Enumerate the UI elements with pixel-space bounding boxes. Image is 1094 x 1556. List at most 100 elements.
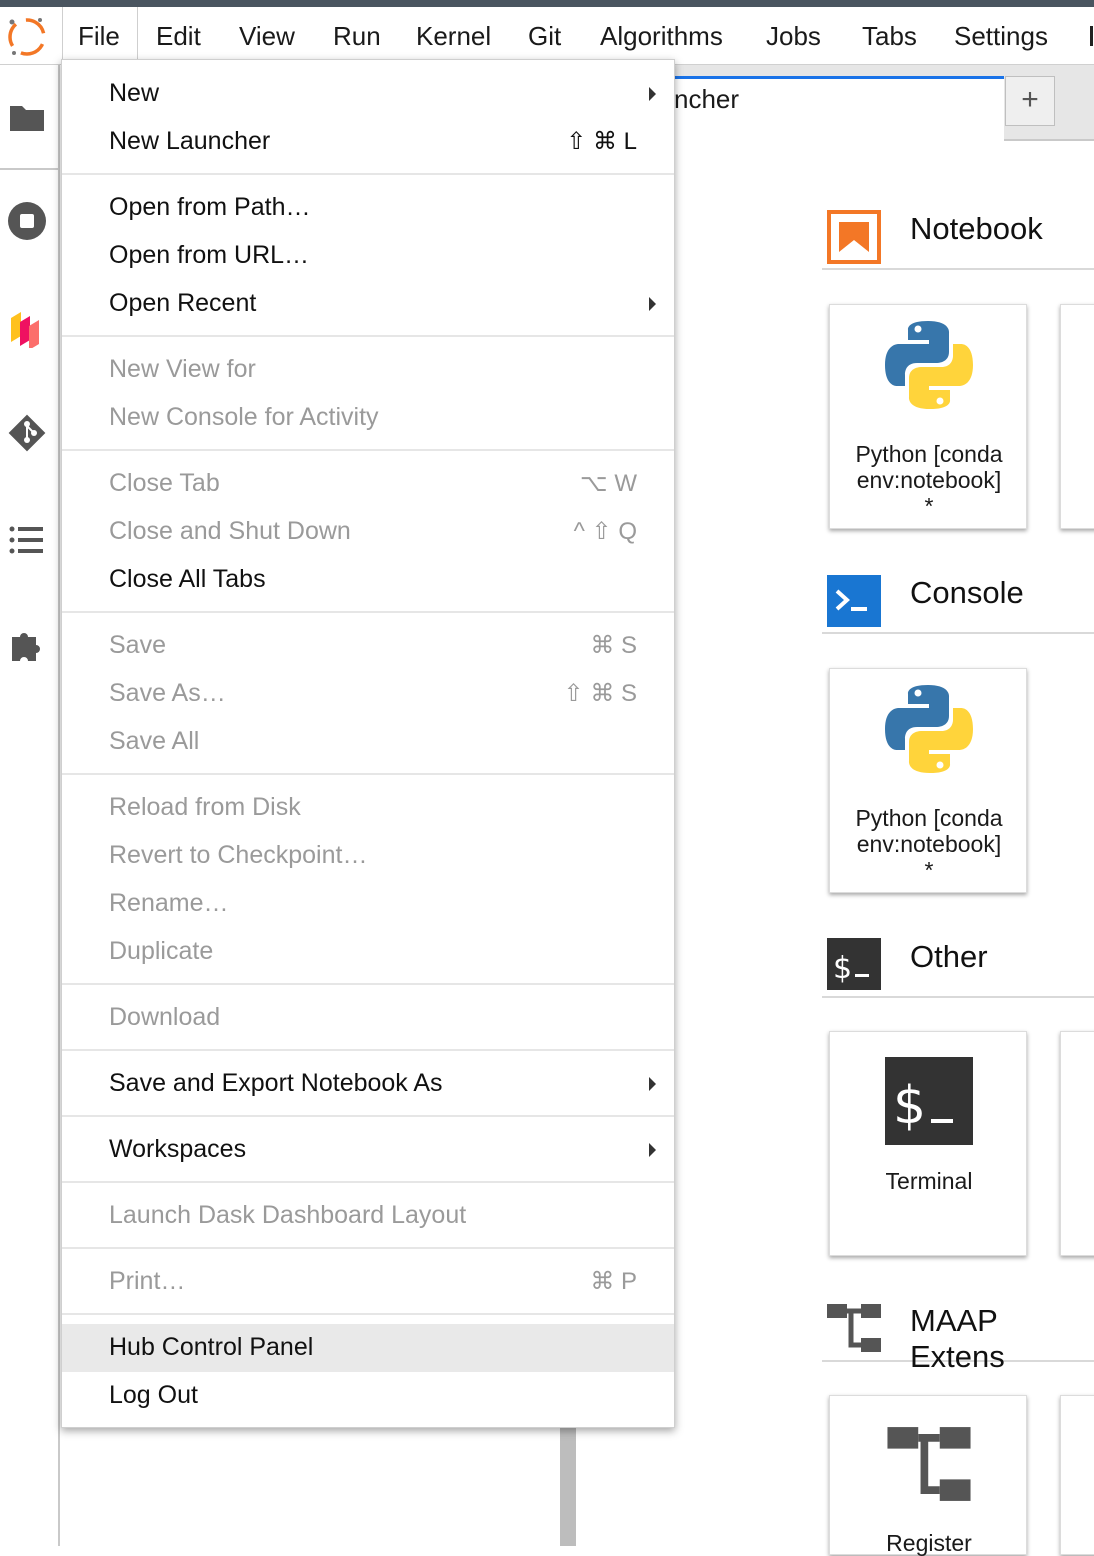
menu-item-duplicate[interactable]: Duplicate [62, 928, 674, 976]
submenu-arrow-icon [649, 1077, 656, 1091]
menu-item-label: Revert to Checkpoint… [109, 841, 368, 869]
menu-item-new-view-for[interactable]: New View for [62, 346, 674, 394]
menu-separator [62, 1115, 674, 1117]
section-title-console: Console [910, 575, 1024, 610]
card-label-line1: Terminal [885, 1168, 973, 1194]
launcher-card-terminal[interactable]: $ Terminal [829, 1031, 1027, 1256]
menu-kernel[interactable]: Kernel [416, 7, 491, 65]
running-sessions-icon[interactable] [4, 198, 50, 244]
menu-separator [62, 1181, 674, 1183]
card-label-line1: Python [conda [855, 441, 1003, 467]
menu-item-label: Download [109, 1003, 221, 1031]
extension-puzzle-icon[interactable] [4, 623, 50, 669]
menu-item-label: New Console for Activity [109, 403, 379, 431]
menu-separator [62, 1247, 674, 1249]
menu-item-label: Save and Export Notebook As [109, 1069, 443, 1097]
menu-item-label: New [109, 79, 160, 107]
menu-item-save-all[interactable]: Save All [62, 718, 674, 766]
menu-item-shortcut: ⇧ ⌘ L [566, 128, 637, 155]
menu-separator [62, 611, 674, 613]
card-label-line3: * [924, 857, 934, 883]
dask-icon[interactable] [4, 305, 50, 351]
menu-algorithms[interactable]: Algorithms [600, 7, 723, 65]
menu-item-shortcut: ⌥ W [580, 470, 637, 497]
menu-separator [62, 449, 674, 451]
add-tab-button[interactable]: + [1005, 76, 1055, 126]
menu-item-label: Save [109, 631, 166, 659]
git-icon[interactable] [4, 410, 50, 456]
terminal-icon: $ [885, 1057, 973, 1150]
menu-separator [62, 335, 674, 337]
folder-icon[interactable] [4, 94, 50, 140]
menu-item-save-as[interactable]: Save As… ⇧ ⌘ S [62, 670, 674, 718]
menu-item-launch-dask-dashboard-layout[interactable]: Launch Dask Dashboard Layout [62, 1192, 674, 1240]
console-icon [827, 575, 881, 632]
table-of-contents-icon[interactable] [4, 517, 50, 563]
menu-item-save[interactable]: Save ⌘ S [62, 622, 674, 670]
menu-item-label: Duplicate [109, 937, 214, 965]
menu-item-reload-from-disk[interactable]: Reload from Disk [62, 784, 674, 832]
menu-item-save-and-export-notebook-as[interactable]: Save and Export Notebook As [62, 1060, 674, 1108]
left-sidebar [0, 65, 60, 1546]
submenu-arrow-icon [649, 1143, 656, 1157]
launcher-card-python-notebook[interactable]: Python [conda env:notebook] * [829, 304, 1027, 529]
menu-tabs[interactable]: Tabs [862, 7, 917, 65]
menu-item-workspaces[interactable]: Workspaces [62, 1126, 674, 1174]
card-label-line1: Python [conda [855, 805, 1003, 831]
menu-edit[interactable]: Edit [156, 7, 201, 65]
menu-item-close-tab[interactable]: Close Tab ⌥ W [62, 460, 674, 508]
launcher-card-partial[interactable] [1060, 1395, 1094, 1555]
menu-git[interactable]: Git [528, 7, 561, 65]
menu-item-close-all-tabs[interactable]: Close All Tabs [62, 556, 674, 604]
menu-item-new[interactable]: New [62, 70, 674, 118]
menu-item-open-recent[interactable]: Open Recent [62, 280, 674, 328]
menu-item-open-from-path[interactable]: Open from Path… [62, 184, 674, 232]
card-label-line2: env:notebook] [856, 831, 1002, 857]
file-menu-dropdown: New New Launcher ⇧ ⌘ L Open from Path… O… [61, 59, 675, 1428]
menu-item-close-and-shut-down[interactable]: Close and Shut Down ^ ⇧ Q [62, 508, 674, 556]
menu-separator [62, 773, 674, 775]
window-top-strip [0, 0, 1094, 7]
jupyter-logo-icon[interactable] [0, 7, 60, 63]
menu-item-download[interactable]: Download [62, 994, 674, 1042]
menu-view[interactable]: View [239, 7, 295, 65]
menu-item-label: Close and Shut Down [109, 517, 351, 545]
launcher-card-partial[interactable] [1060, 1031, 1094, 1256]
menu-item-shortcut: ⌘ P [590, 1268, 637, 1295]
menu-item-label: Open from Path… [109, 193, 311, 221]
menu-separator [62, 983, 674, 985]
menu-item-log-out[interactable]: Log Out [62, 1372, 674, 1420]
menu-jobs[interactable]: Jobs [766, 7, 821, 65]
card-label-line3: * [924, 493, 934, 519]
launcher-card-register[interactable]: Register [829, 1395, 1027, 1556]
menu-separator [62, 1049, 674, 1051]
menu-run[interactable]: Run [333, 7, 381, 65]
terminal-icon: $ [827, 938, 881, 995]
menu-item-open-from-url[interactable]: Open from URL… [62, 232, 674, 280]
menu-item-shortcut: ⌘ S [590, 632, 637, 659]
menu-item-label: Close Tab [109, 469, 220, 497]
menu-item-print[interactable]: Print… ⌘ P [62, 1258, 674, 1306]
menu-item-new-console-for-activity[interactable]: New Console for Activity [62, 394, 674, 442]
menu-overflow-edge [1090, 26, 1093, 46]
menu-item-label: Rename… [109, 889, 229, 917]
menu-settings[interactable]: Settings [954, 7, 1048, 65]
menu-item-hub-control-panel[interactable]: Hub Control Panel [62, 1324, 674, 1372]
svg-text:$: $ [833, 951, 852, 986]
python-logo-icon [884, 319, 974, 416]
submenu-arrow-icon [649, 297, 656, 311]
menu-item-revert-to-checkpoint[interactable]: Revert to Checkpoint… [62, 832, 674, 880]
section-title-notebook: Notebook [910, 211, 1043, 246]
launcher-card-python-console[interactable]: Python [conda env:notebook] * [829, 668, 1027, 893]
menu-item-label: Print… [109, 1267, 186, 1295]
panel-splitter[interactable] [560, 1425, 576, 1546]
menu-item-shortcut: ^ ⇧ Q [573, 518, 637, 545]
menu-item-new-launcher[interactable]: New Launcher ⇧ ⌘ L [62, 118, 674, 166]
menu-item-label: Log Out [109, 1381, 198, 1409]
menu-item-label: Save All [109, 727, 200, 755]
submenu-arrow-icon [649, 87, 656, 101]
menu-item-label: Open from URL… [109, 241, 310, 269]
launcher-card-partial[interactable] [1060, 304, 1094, 529]
menu-item-label: Open Recent [109, 289, 257, 317]
menu-item-rename[interactable]: Rename… [62, 880, 674, 928]
